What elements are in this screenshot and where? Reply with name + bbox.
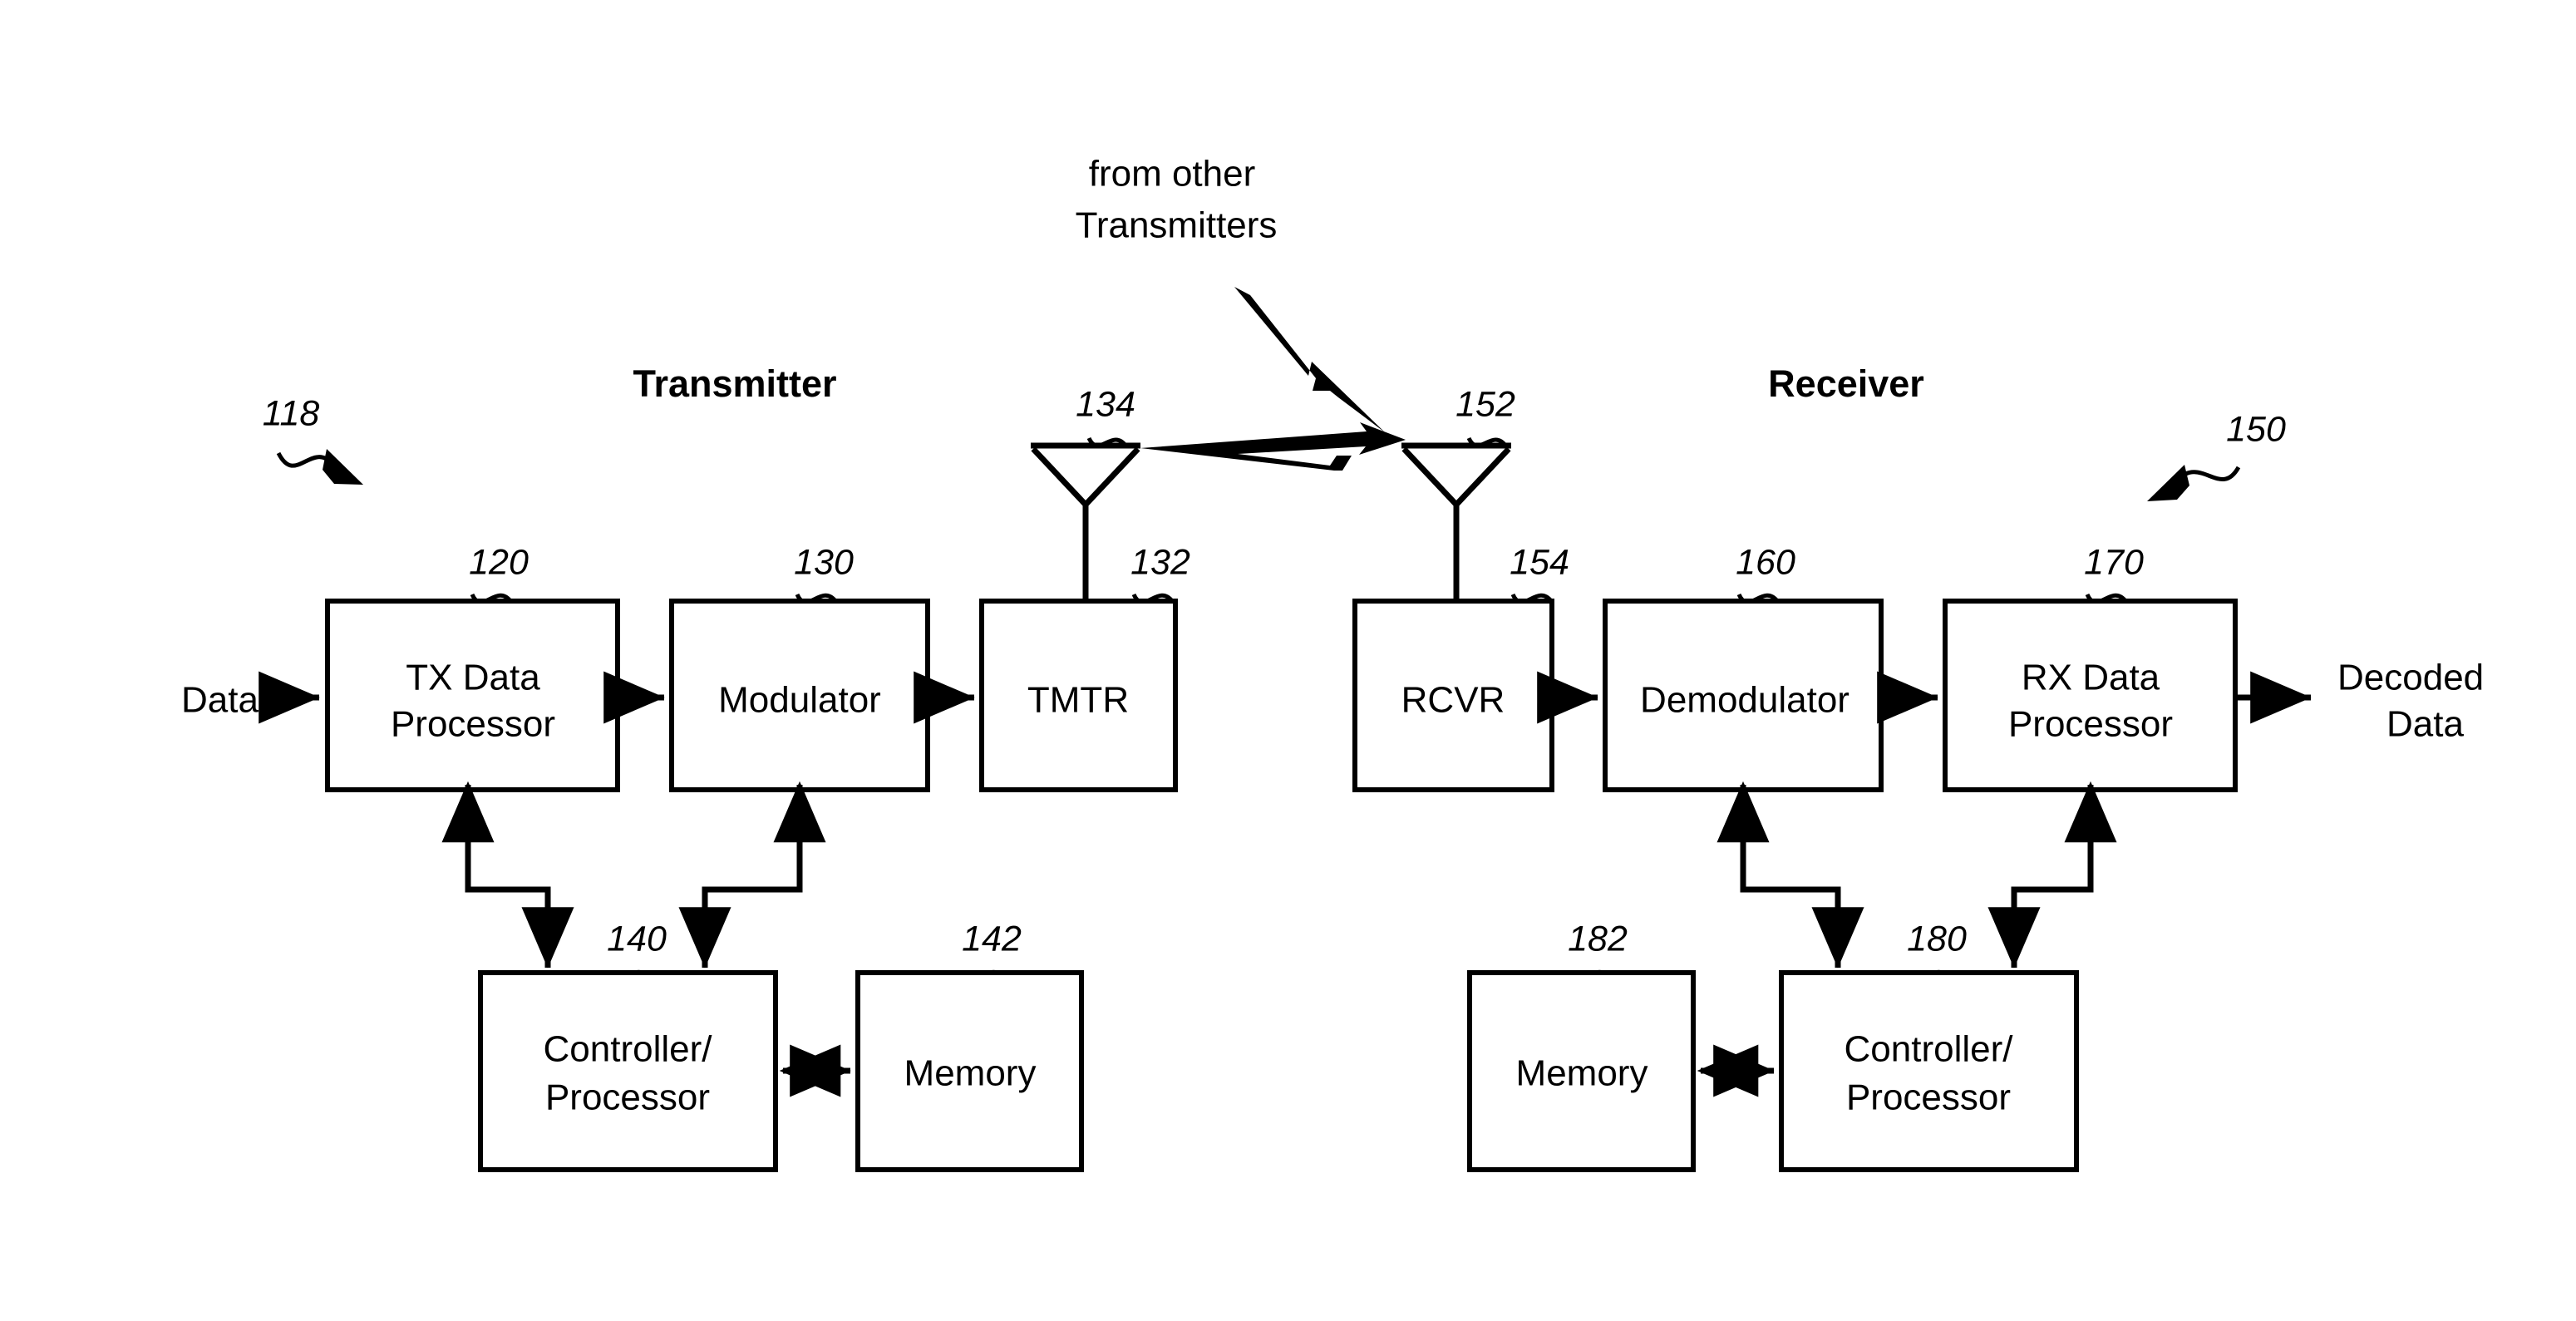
- receiver-section-title: Receiver: [1768, 362, 1924, 405]
- tmtr-label: TMTR: [1027, 680, 1129, 721]
- rx-controller-block[interactable]: [1779, 970, 2079, 1172]
- data-input-label: Data: [181, 680, 259, 721]
- tx-controller-label-line2: Processor: [545, 1077, 710, 1118]
- ref-182-label: 182: [1568, 919, 1628, 959]
- rx-antenna-triangle: [1401, 446, 1511, 510]
- rx-controller-label-line2: Processor: [1846, 1077, 2011, 1118]
- interference-note-line2: Transmitters: [1076, 205, 1278, 246]
- ref-118-arrowhead: [323, 449, 363, 485]
- ref-118-label: 118: [263, 393, 320, 433]
- txproc-controller-connector: [441, 781, 574, 969]
- transmitter-section-title: Transmitter: [633, 362, 836, 405]
- ref-150-label: 150: [2226, 409, 2286, 449]
- ref-140-label: 140: [607, 919, 667, 959]
- block-diagram-canvas: Transmitter Receiver 118 150 from other …: [181, 154, 2484, 1172]
- rx-memory-label: Memory: [1516, 1053, 1648, 1094]
- ref-152-label: 152: [1455, 384, 1515, 424]
- tx-controller-block[interactable]: [478, 970, 778, 1172]
- tx-memory-label: Memory: [904, 1053, 1037, 1094]
- tx-data-processor-label-line1: TX Data: [406, 658, 540, 698]
- ref-160-label: 160: [1736, 542, 1795, 582]
- decoded-data-label-line1: Decoded: [2337, 658, 2484, 698]
- ref-170-label: 170: [2084, 542, 2144, 582]
- ref-134-label: 134: [1076, 384, 1135, 424]
- demodulator-controller-connector: [1717, 781, 1864, 969]
- rx-controller-label-line1: Controller/: [1845, 1029, 2014, 1070]
- modulator-label: Modulator: [718, 680, 881, 721]
- rxproc-controller-connector: [1987, 781, 2117, 969]
- demodulator-label: Demodulator: [1640, 680, 1849, 721]
- ref-150-arrowhead: [2147, 465, 2189, 501]
- ref-130-label: 130: [794, 542, 854, 582]
- rx-data-processor-label-line1: RX Data: [2022, 658, 2160, 698]
- ref-142-label: 142: [962, 919, 1022, 959]
- tx-controller-label-line1: Controller/: [544, 1029, 713, 1070]
- ref-120-label: 120: [469, 542, 529, 582]
- air-link-lightning-bolt: [1140, 422, 1406, 471]
- rcvr-label: RCVR: [1401, 680, 1505, 721]
- ref-180-label: 180: [1907, 919, 1967, 959]
- interference-lightning-bolt: [1234, 287, 1385, 432]
- modulator-controller-connector: [678, 781, 826, 969]
- rx-data-processor-label-line2: Processor: [2008, 704, 2173, 745]
- interference-note-line1: from other: [1089, 154, 1256, 195]
- tx-data-processor-label-line2: Processor: [391, 704, 555, 745]
- figure-root: Transmitter Receiver 118 150 from other …: [0, 0, 2576, 1321]
- tx-antenna-triangle: [1031, 446, 1140, 510]
- ref-154-label: 154: [1510, 542, 1569, 582]
- ref-132-label: 132: [1130, 542, 1190, 582]
- decoded-data-label-line2: Data: [2386, 704, 2464, 745]
